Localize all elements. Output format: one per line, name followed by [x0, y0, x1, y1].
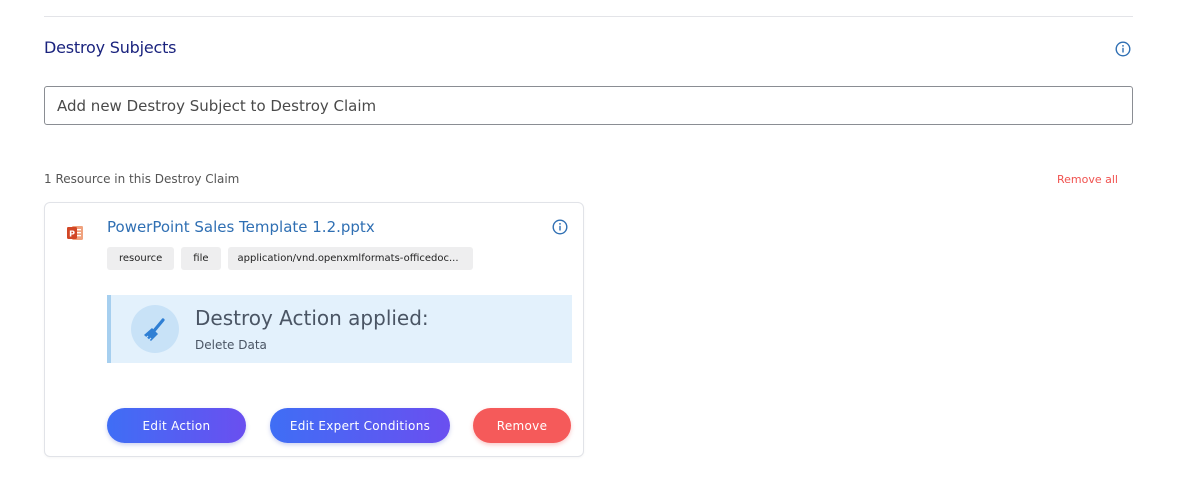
broom-icon-circle — [131, 305, 179, 353]
info-icon[interactable] — [1115, 41, 1131, 57]
broom-icon — [144, 318, 165, 342]
svg-text:P: P — [69, 230, 75, 239]
remove-button[interactable]: Remove — [473, 408, 571, 443]
resource-title-link[interactable]: PowerPoint Sales Template 1.2.pptx — [107, 218, 375, 236]
add-destroy-subject-input[interactable] — [45, 87, 1117, 124]
add-destroy-subject-field[interactable] — [44, 86, 1133, 125]
resource-card: P PowerPoint Sales Template 1.2.pptx res… — [44, 202, 584, 457]
edit-action-button[interactable]: Edit Action — [107, 408, 246, 443]
section-divider — [44, 16, 1133, 17]
destroy-action-panel: Destroy Action applied: Delete Data — [107, 295, 572, 363]
tag-file: file — [181, 247, 221, 270]
resource-count: 1 Resource in this Destroy Claim — [44, 172, 240, 186]
tag-mime-type: application/vnd.openxmlformats-officedoc… — [227, 247, 473, 270]
section-title: Destroy Subjects — [44, 38, 177, 57]
remove-all-link[interactable]: Remove all — [1057, 173, 1118, 186]
info-icon[interactable] — [552, 219, 568, 235]
destroy-action-title: Destroy Action applied: — [195, 306, 429, 330]
resource-tags: resource file application/vnd.openxmlfor… — [107, 247, 473, 270]
powerpoint-icon: P — [67, 226, 83, 240]
tag-resource: resource — [107, 247, 175, 270]
destroy-action-value: Delete Data — [195, 338, 267, 352]
edit-expert-conditions-button[interactable]: Edit Expert Conditions — [270, 408, 450, 443]
